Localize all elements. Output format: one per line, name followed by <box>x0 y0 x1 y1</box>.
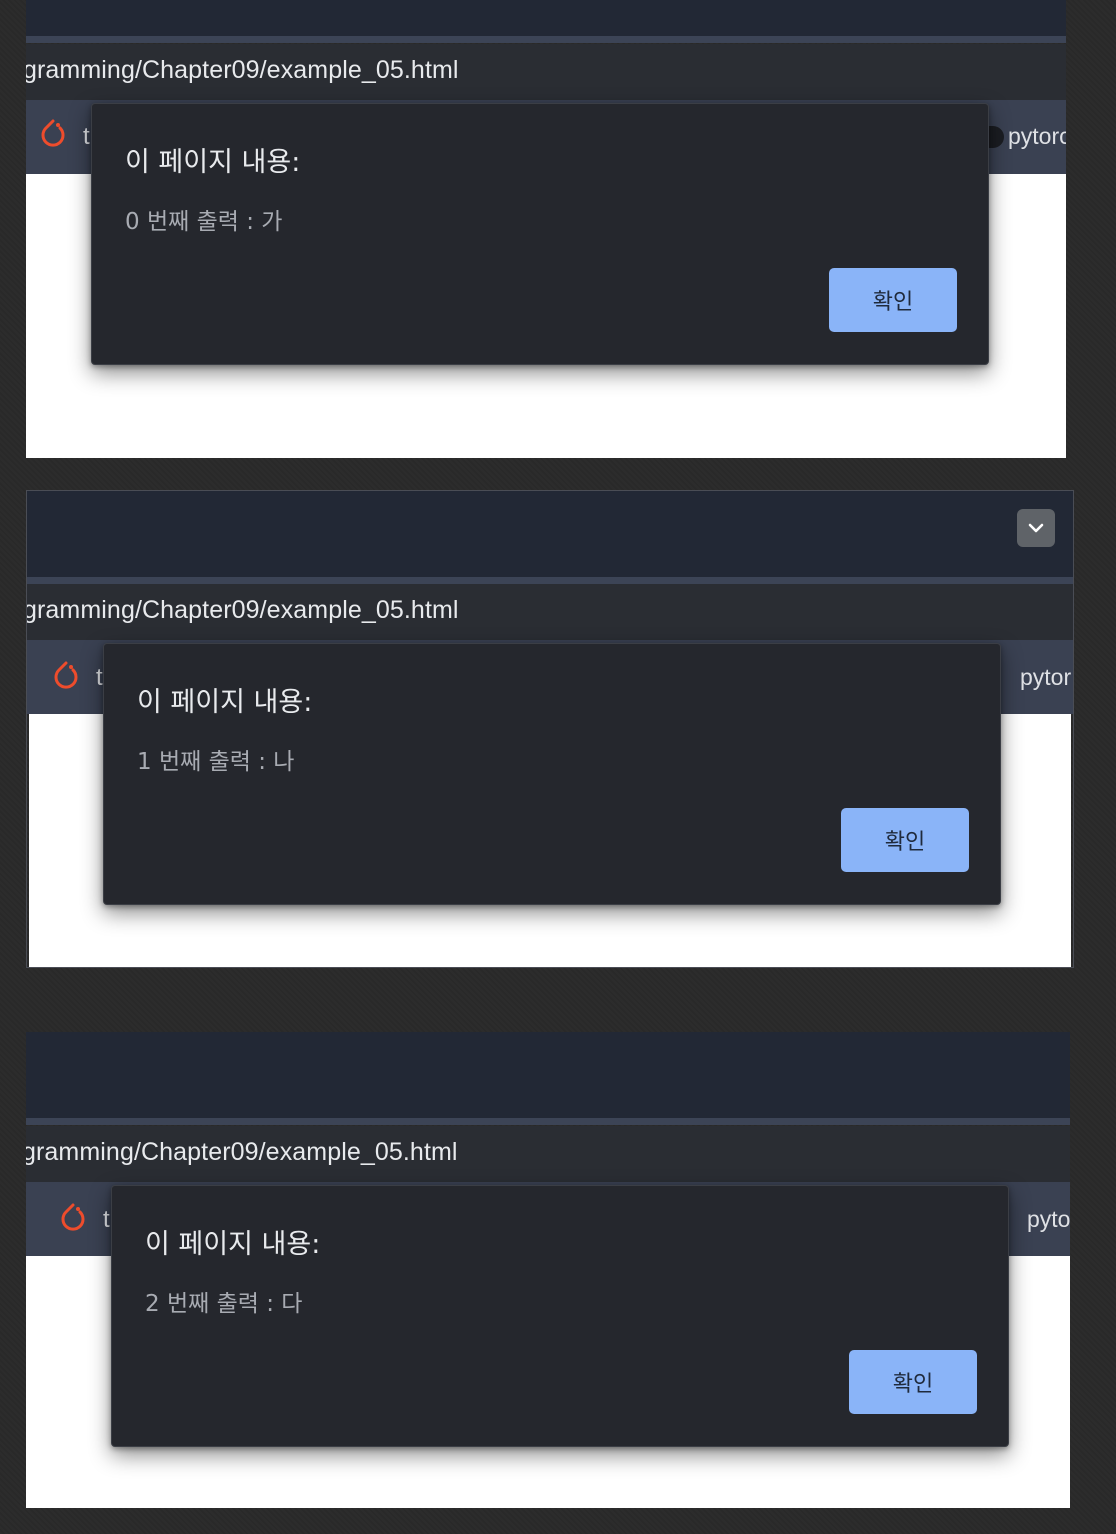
tab-strip-accent <box>26 1118 1070 1125</box>
browser-screenshot-3: gramming/Chapter09/example_05.html t pyt… <box>26 1032 1070 1508</box>
tab-strip <box>27 491 1073 577</box>
bookmark-label-left[interactable]: t <box>83 123 90 151</box>
bookmark-label-left[interactable]: t <box>96 664 103 692</box>
dialog-message: 1 번째 출력 : 나 <box>137 749 295 775</box>
ok-button[interactable]: 확인 <box>841 808 969 872</box>
bookmark-label-right[interactable]: pytorc <box>1008 123 1066 150</box>
dialog-message: 0 번째 출력 : 가 <box>125 209 283 235</box>
address-bar[interactable]: gramming/Chapter09/example_05.html <box>27 584 1073 640</box>
tab-strip <box>26 1032 1070 1118</box>
alert-dialog: 이 페이지 내용: 1 번째 출력 : 나 확인 <box>103 643 1001 905</box>
browser-screenshot-1: gramming/Chapter09/example_05.html t pyt… <box>26 0 1066 458</box>
dialog-title: 이 페이지 내용: <box>125 147 301 178</box>
tab-search-button[interactable] <box>1017 509 1055 547</box>
dialog-title: 이 페이지 내용: <box>145 1229 321 1260</box>
tab-strip-accent <box>26 36 1066 43</box>
ok-button[interactable]: 확인 <box>829 268 957 332</box>
pytorch-flame-icon[interactable] <box>38 118 68 152</box>
url-text[interactable]: gramming/Chapter09/example_05.html <box>26 56 459 85</box>
tab-strip <box>26 0 1066 36</box>
address-bar[interactable]: gramming/Chapter09/example_05.html <box>26 1126 1070 1182</box>
alert-dialog: 이 페이지 내용: 0 번째 출력 : 가 확인 <box>91 103 989 365</box>
url-text[interactable]: gramming/Chapter09/example_05.html <box>27 596 459 625</box>
tab-strip-accent <box>27 577 1073 584</box>
pytorch-flame-icon[interactable] <box>58 1202 88 1236</box>
url-text[interactable]: gramming/Chapter09/example_05.html <box>26 1138 458 1167</box>
pytorch-flame-icon[interactable] <box>51 660 81 694</box>
dialog-message: 2 번째 출력 : 다 <box>145 1291 303 1317</box>
ok-button[interactable]: 확인 <box>849 1350 977 1414</box>
bookmark-favicon <box>988 126 1004 148</box>
alert-dialog: 이 페이지 내용: 2 번째 출력 : 다 확인 <box>111 1185 1009 1447</box>
chevron-down-icon <box>1028 523 1044 533</box>
dialog-title: 이 페이지 내용: <box>137 687 313 718</box>
bookmark-label-right[interactable]: pytor <box>1020 664 1071 691</box>
address-bar[interactable]: gramming/Chapter09/example_05.html <box>26 44 1066 100</box>
bookmark-label-left[interactable]: t <box>103 1206 110 1234</box>
desktop-background: gramming/Chapter09/example_05.html t pyt… <box>0 0 1116 1534</box>
browser-screenshot-2: gramming/Chapter09/example_05.html t pyt… <box>26 490 1074 968</box>
bookmark-label-right[interactable]: pyto <box>1027 1206 1070 1233</box>
